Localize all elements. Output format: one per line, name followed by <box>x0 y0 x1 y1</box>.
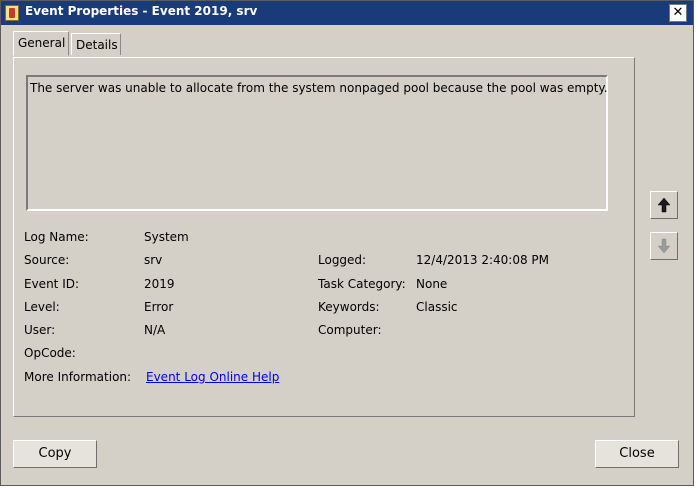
general-panel: The server was unable to allocate from t… <box>13 57 635 417</box>
close-window-button[interactable]: ✕ <box>669 4 687 22</box>
event-properties-window: Event Properties - Event 2019, srv ✕ Gen… <box>0 0 694 486</box>
previous-event-button[interactable] <box>650 191 678 219</box>
log-name-label: Log Name: <box>24 230 89 244</box>
source-label: Source: <box>24 253 70 267</box>
task-category-label: Task Category: <box>318 277 406 291</box>
event-description: The server was unable to allocate from t… <box>30 81 608 95</box>
description-box[interactable]: The server was unable to allocate from t… <box>26 75 608 211</box>
task-category-value: None <box>416 277 448 291</box>
tab-details[interactable]: Details <box>71 33 121 55</box>
user-label: User: <box>24 323 56 337</box>
close-button[interactable]: Close <box>595 440 679 468</box>
level-label: Level: <box>24 300 60 314</box>
keywords-value: Classic <box>416 300 458 314</box>
logged-value: 12/4/2013 2:40:08 PM <box>416 253 550 267</box>
event-viewer-icon <box>5 5 19 21</box>
logged-label: Logged: <box>318 253 367 267</box>
more-information-label: More Information: <box>24 370 132 384</box>
computer-label: Computer: <box>318 323 382 337</box>
window-title: Event Properties - Event 2019, srv <box>25 4 258 18</box>
user-value: N/A <box>144 323 166 337</box>
title-bar[interactable]: Event Properties - Event 2019, srv ✕ <box>1 1 693 25</box>
level-value: Error <box>144 300 174 314</box>
event-log-online-help-link[interactable]: Event Log Online Help <box>146 370 279 384</box>
next-event-button[interactable] <box>650 232 678 260</box>
log-name-value: System <box>144 230 189 244</box>
opcode-label: OpCode: <box>24 346 76 360</box>
tab-general[interactable]: General <box>13 31 69 56</box>
keywords-label: Keywords: <box>318 300 380 314</box>
event-id-label: Event ID: <box>24 277 80 291</box>
event-id-value: 2019 <box>144 277 175 291</box>
copy-button[interactable]: Copy <box>13 440 97 468</box>
source-value: srv <box>144 253 163 267</box>
